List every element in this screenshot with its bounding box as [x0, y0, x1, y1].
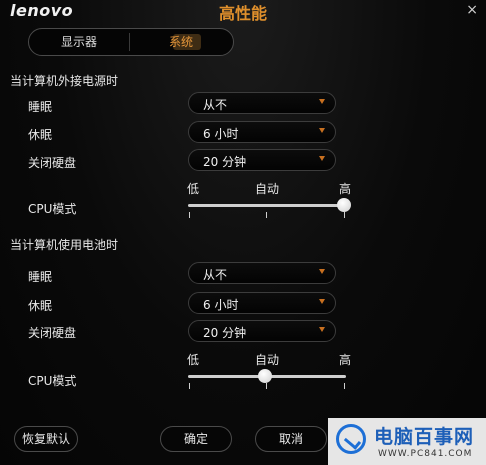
ac-sleep-select[interactable]: 从不: [188, 92, 336, 114]
watermark-brand: 电脑百事网: [374, 426, 475, 448]
tab-system[interactable]: 系统: [129, 29, 233, 55]
chevron-down-icon: [319, 156, 325, 161]
ac-cpu-tick-low: 低: [187, 182, 200, 196]
ac-disk-select[interactable]: 20 分钟: [188, 149, 336, 171]
battery-section-title: 当计算机使用电池时: [10, 238, 119, 252]
ac-cpu-tick-auto: 自动: [255, 182, 280, 196]
battery-cpu-tick-high: 高: [339, 353, 352, 367]
chevron-down-icon: [319, 327, 325, 332]
chevron-down-icon: [319, 128, 325, 133]
ac-sleep-label: 睡眠: [28, 100, 53, 114]
battery-cpu-mark-low: [189, 383, 190, 389]
ac-disk-value: 20 分钟: [203, 155, 247, 169]
battery-cpu-tick-auto: 自动: [255, 353, 280, 367]
power-settings-window: lenovo 高性能 × 显示器 系统 当计算机外接电源时 睡眠 从不 休眠 6…: [0, 0, 486, 465]
window-title: 高性能: [218, 4, 267, 23]
battery-sleep-select[interactable]: 从不: [188, 262, 336, 284]
ac-cpu-slider-track[interactable]: [188, 204, 346, 207]
battery-sleep-value: 从不: [203, 268, 228, 282]
cancel-button[interactable]: 取消: [255, 426, 327, 452]
ac-cpu-mark-auto: [266, 212, 267, 218]
tab-bar: 显示器 系统: [28, 28, 234, 56]
ac-disk-label: 关闭硬盘: [28, 156, 77, 170]
chevron-down-icon: [319, 99, 325, 104]
watermark-url: WWW.PC841.COM: [378, 449, 473, 459]
title-bar: lenovo 高性能 ×: [0, 0, 486, 24]
close-icon[interactable]: ×: [466, 2, 478, 18]
battery-cpu-slider-thumb[interactable]: [258, 369, 272, 383]
battery-hibernate-select[interactable]: 6 小时: [188, 292, 336, 314]
restore-defaults-button[interactable]: 恢复默认: [14, 426, 78, 452]
ac-cpu-label: CPU模式: [28, 202, 77, 216]
ok-button[interactable]: 确定: [160, 426, 232, 452]
ac-section-title: 当计算机外接电源时: [10, 74, 119, 88]
tab-system-label: 系统: [168, 35, 193, 49]
chevron-down-icon: [319, 269, 325, 274]
ac-cpu-mark-low: [189, 212, 190, 218]
battery-disk-select[interactable]: 20 分钟: [188, 320, 336, 342]
ac-sleep-value: 从不: [203, 98, 228, 112]
battery-disk-label: 关闭硬盘: [28, 326, 77, 340]
pc841-logo-icon: [336, 424, 366, 454]
ac-hibernate-value: 6 小时: [203, 127, 239, 141]
ac-hibernate-select[interactable]: 6 小时: [188, 121, 336, 143]
battery-cpu-mark-auto: [266, 383, 267, 389]
ac-cpu-mark-high: [344, 212, 345, 218]
watermark: 电脑百事网 WWW.PC841.COM: [328, 418, 486, 465]
chevron-down-icon: [319, 299, 325, 304]
battery-disk-value: 20 分钟: [203, 326, 247, 340]
battery-sleep-label: 睡眠: [28, 270, 53, 284]
battery-cpu-mark-high: [344, 383, 345, 389]
ac-hibernate-label: 休眠: [28, 128, 53, 142]
battery-cpu-label: CPU模式: [28, 374, 77, 388]
tab-display[interactable]: 显示器: [29, 29, 129, 55]
battery-hibernate-value: 6 小时: [203, 298, 239, 312]
battery-cpu-tick-low: 低: [187, 353, 200, 367]
ac-cpu-tick-high: 高: [339, 182, 352, 196]
ac-cpu-slider-thumb[interactable]: [337, 198, 351, 212]
battery-hibernate-label: 休眠: [28, 299, 53, 313]
